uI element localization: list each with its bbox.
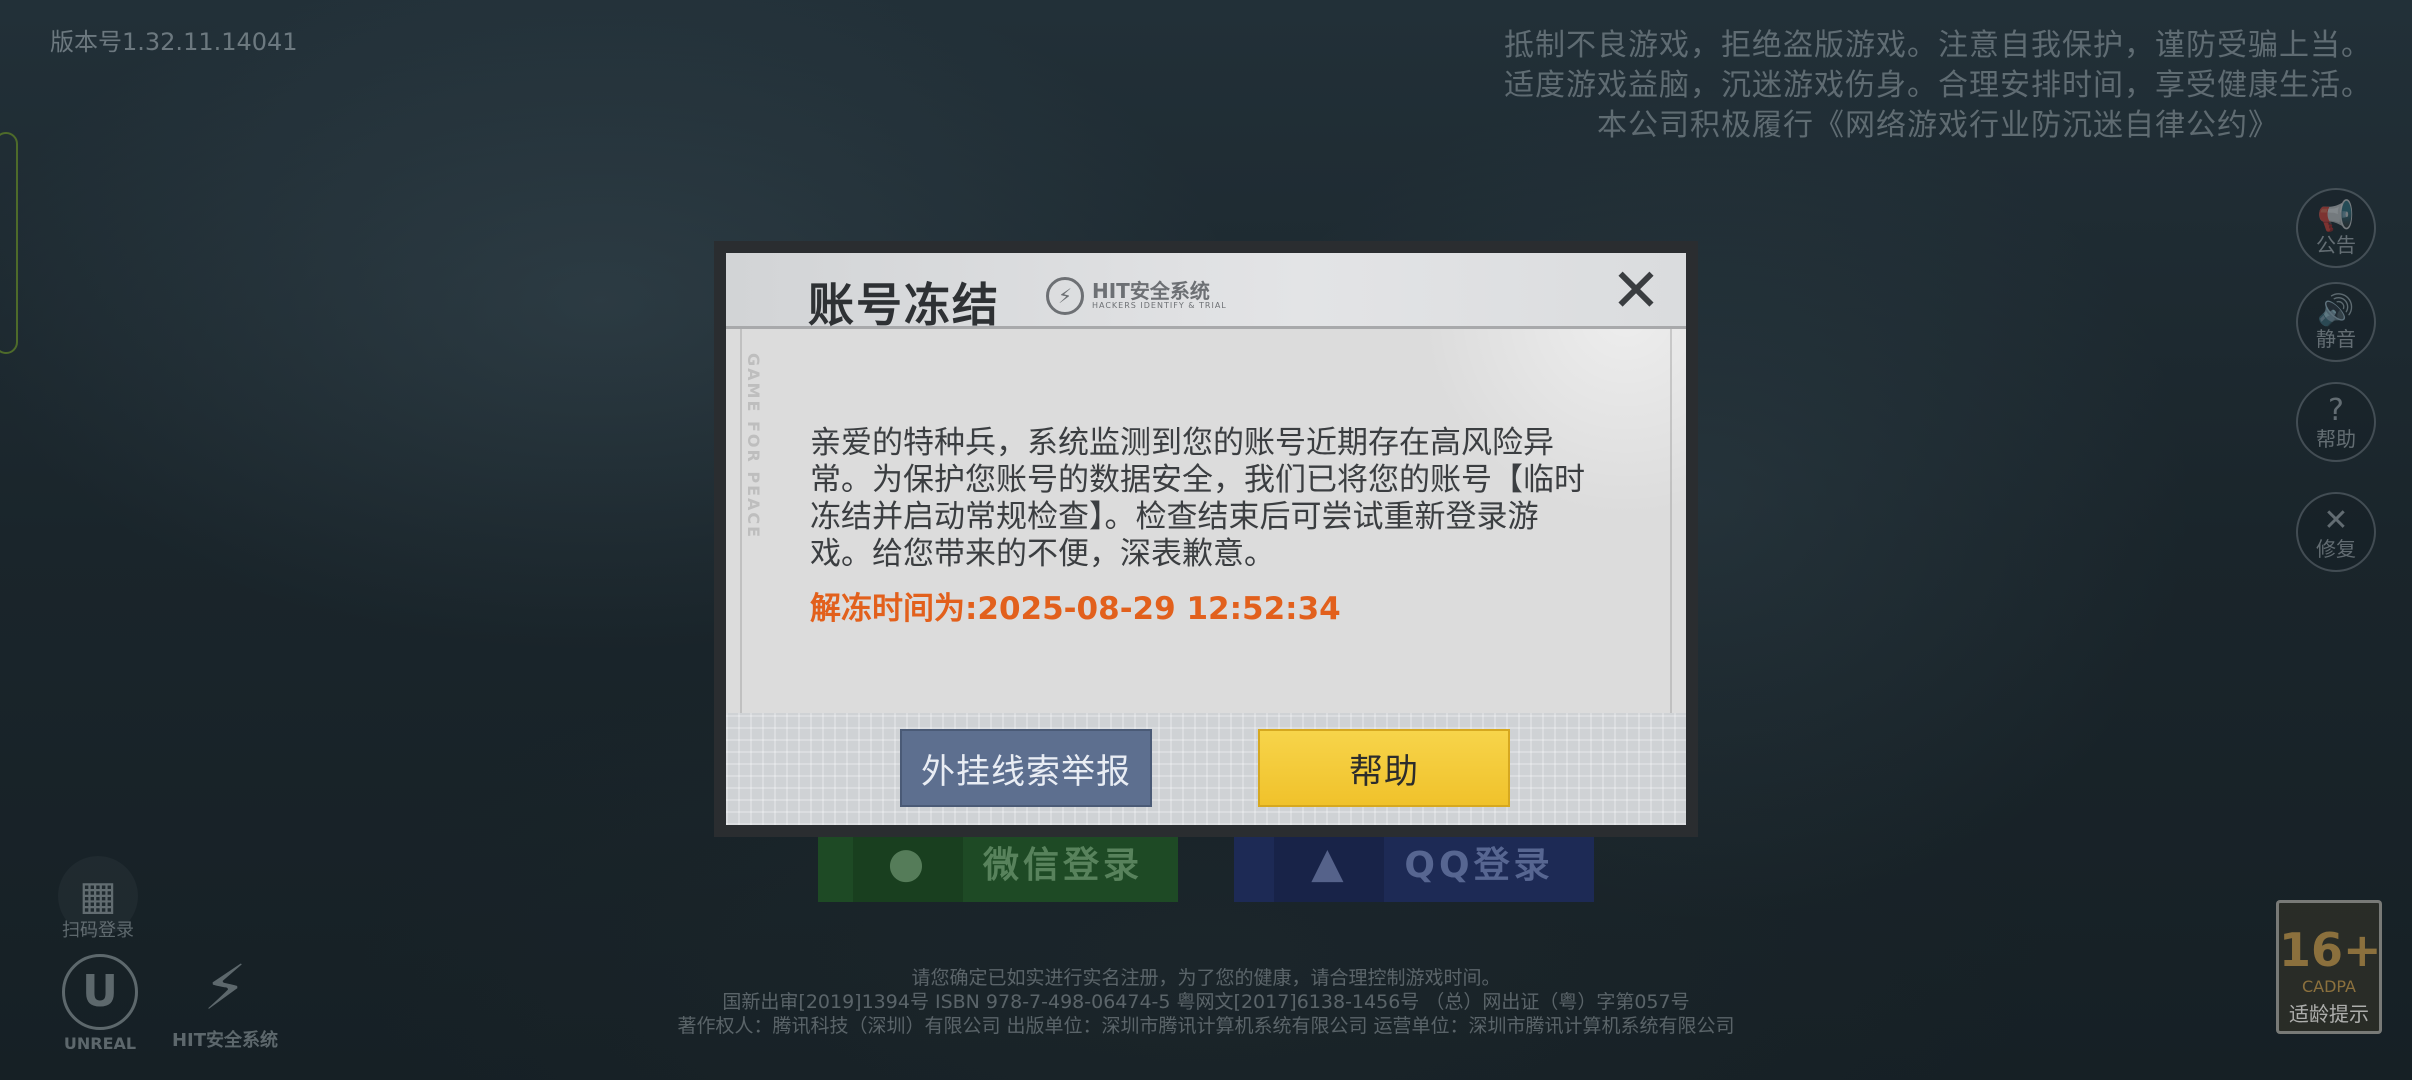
mute-button[interactable]: 🔊 静音 bbox=[2296, 282, 2376, 362]
footer-line: 著作权人：腾讯科技（深圳）有限公司 出版单位：深圳市腾讯计算机系统有限公司 运营… bbox=[677, 1015, 1735, 1037]
megaphone-icon: 📢 bbox=[2317, 199, 2355, 234]
close-icon: ✕ bbox=[1610, 256, 1662, 326]
hit-lightning-icon: ⚡ bbox=[1046, 277, 1084, 315]
unfreeze-time-prefix: 解冻时间为: bbox=[810, 591, 978, 627]
mute-label: 静音 bbox=[2316, 327, 2356, 351]
age-rating-label: 适龄提示 bbox=[2289, 1002, 2369, 1026]
notice-line: 本公司积极履行《网络游戏行业防沉迷自律公约》 bbox=[1597, 108, 2279, 143]
speaker-icon: 🔊 bbox=[2317, 293, 2355, 328]
help-button-label: 帮助 bbox=[1349, 751, 1419, 792]
legal-footer: 请您确定已如实进行实名注册，为了您的健康，请合理控制游戏时间。 国新出审[201… bbox=[0, 966, 2412, 1038]
footer-line: 国新出审[2019]1394号 ISBN 978-7-498-06474-5 粤… bbox=[722, 991, 1690, 1013]
hit-badge-subtext: HACKERS IDENTIFY & TRIAL bbox=[1092, 301, 1227, 310]
qr-login-button[interactable]: ▦ 扫码登录 bbox=[58, 856, 138, 941]
report-cheat-button[interactable]: 外挂线索举报 bbox=[900, 729, 1152, 807]
notice-line: 抵制不良游戏，拒绝盗版游戏。注意自我保护，谨防受骗上当。 bbox=[1504, 28, 2372, 63]
dialog-footer: 外挂线索举报 帮助 bbox=[726, 713, 1686, 825]
wechat-login-label: 微信登录 bbox=[982, 845, 1143, 886]
help-side-button[interactable]: ? 帮助 bbox=[2296, 382, 2376, 462]
footer-line: 请您确定已如实进行实名注册，为了您的健康，请合理控制游戏时间。 bbox=[911, 967, 1501, 989]
help-button[interactable]: 帮助 bbox=[1258, 729, 1510, 807]
dialog-message: 亲爱的特种兵，系统监测到您的账号近期存在高风险异常。为保护您账号的数据安全，我们… bbox=[810, 425, 1585, 572]
qr-code-icon: ▦ bbox=[79, 873, 117, 919]
report-cheat-label: 外挂线索举报 bbox=[921, 751, 1131, 792]
question-icon: ? bbox=[2328, 393, 2344, 428]
game-for-peace-watermark: GAME FOR PEACE bbox=[744, 353, 763, 540]
close-button[interactable]: ✕ bbox=[1608, 261, 1664, 321]
version-label: 版本号1.32.11.14041 bbox=[50, 28, 298, 56]
age-rating-badge[interactable]: 16+ CADPA 适龄提示 bbox=[2276, 900, 2382, 1034]
account-frozen-dialog: 账号冻结 ⚡ HIT安全系统 HACKERS IDENTIFY & TRIAL … bbox=[714, 241, 1698, 837]
announcement-label: 公告 bbox=[2316, 233, 2356, 257]
hit-badge-text: HIT安全系统 bbox=[1092, 279, 1210, 303]
age-rating-number: 16+ bbox=[2279, 923, 2382, 977]
unfreeze-time-value: 2025-08-29 12:52:34 bbox=[977, 591, 1341, 627]
repair-button[interactable]: ✕ 修复 bbox=[2296, 492, 2376, 572]
age-rating-org: CADPA bbox=[2301, 977, 2356, 996]
dialog-title: 账号冻结 bbox=[808, 278, 1000, 332]
qr-login-label: 扫码登录 bbox=[62, 920, 134, 941]
unfreeze-time: 解冻时间为:2025-08-29 12:52:34 bbox=[810, 583, 1341, 628]
anti-addiction-notice: 抵制不良游戏，拒绝盗版游戏。注意自我保护，谨防受骗上当。 适度游戏益脑，沉迷游戏… bbox=[1504, 26, 2372, 146]
announcement-button[interactable]: 📢 公告 bbox=[2296, 188, 2376, 268]
notice-line: 适度游戏益脑，沉迷游戏伤身。合理安排时间，享受健康生活。 bbox=[1504, 68, 2372, 103]
help-side-label: 帮助 bbox=[2316, 427, 2356, 451]
qq-login-label: QQ登录 bbox=[1404, 845, 1554, 886]
wrench-icon: ✕ bbox=[2323, 503, 2349, 538]
dialog-body: 账号冻结 ⚡ HIT安全系统 HACKERS IDENTIFY & TRIAL … bbox=[726, 253, 1686, 825]
repair-label: 修复 bbox=[2316, 537, 2356, 561]
dialog-header: 账号冻结 ⚡ HIT安全系统 HACKERS IDENTIFY & TRIAL … bbox=[726, 253, 1686, 332]
hit-badge: ⚡ HIT安全系统 HACKERS IDENTIFY & TRIAL bbox=[1046, 275, 1227, 317]
side-drawer-handle[interactable] bbox=[0, 132, 18, 354]
